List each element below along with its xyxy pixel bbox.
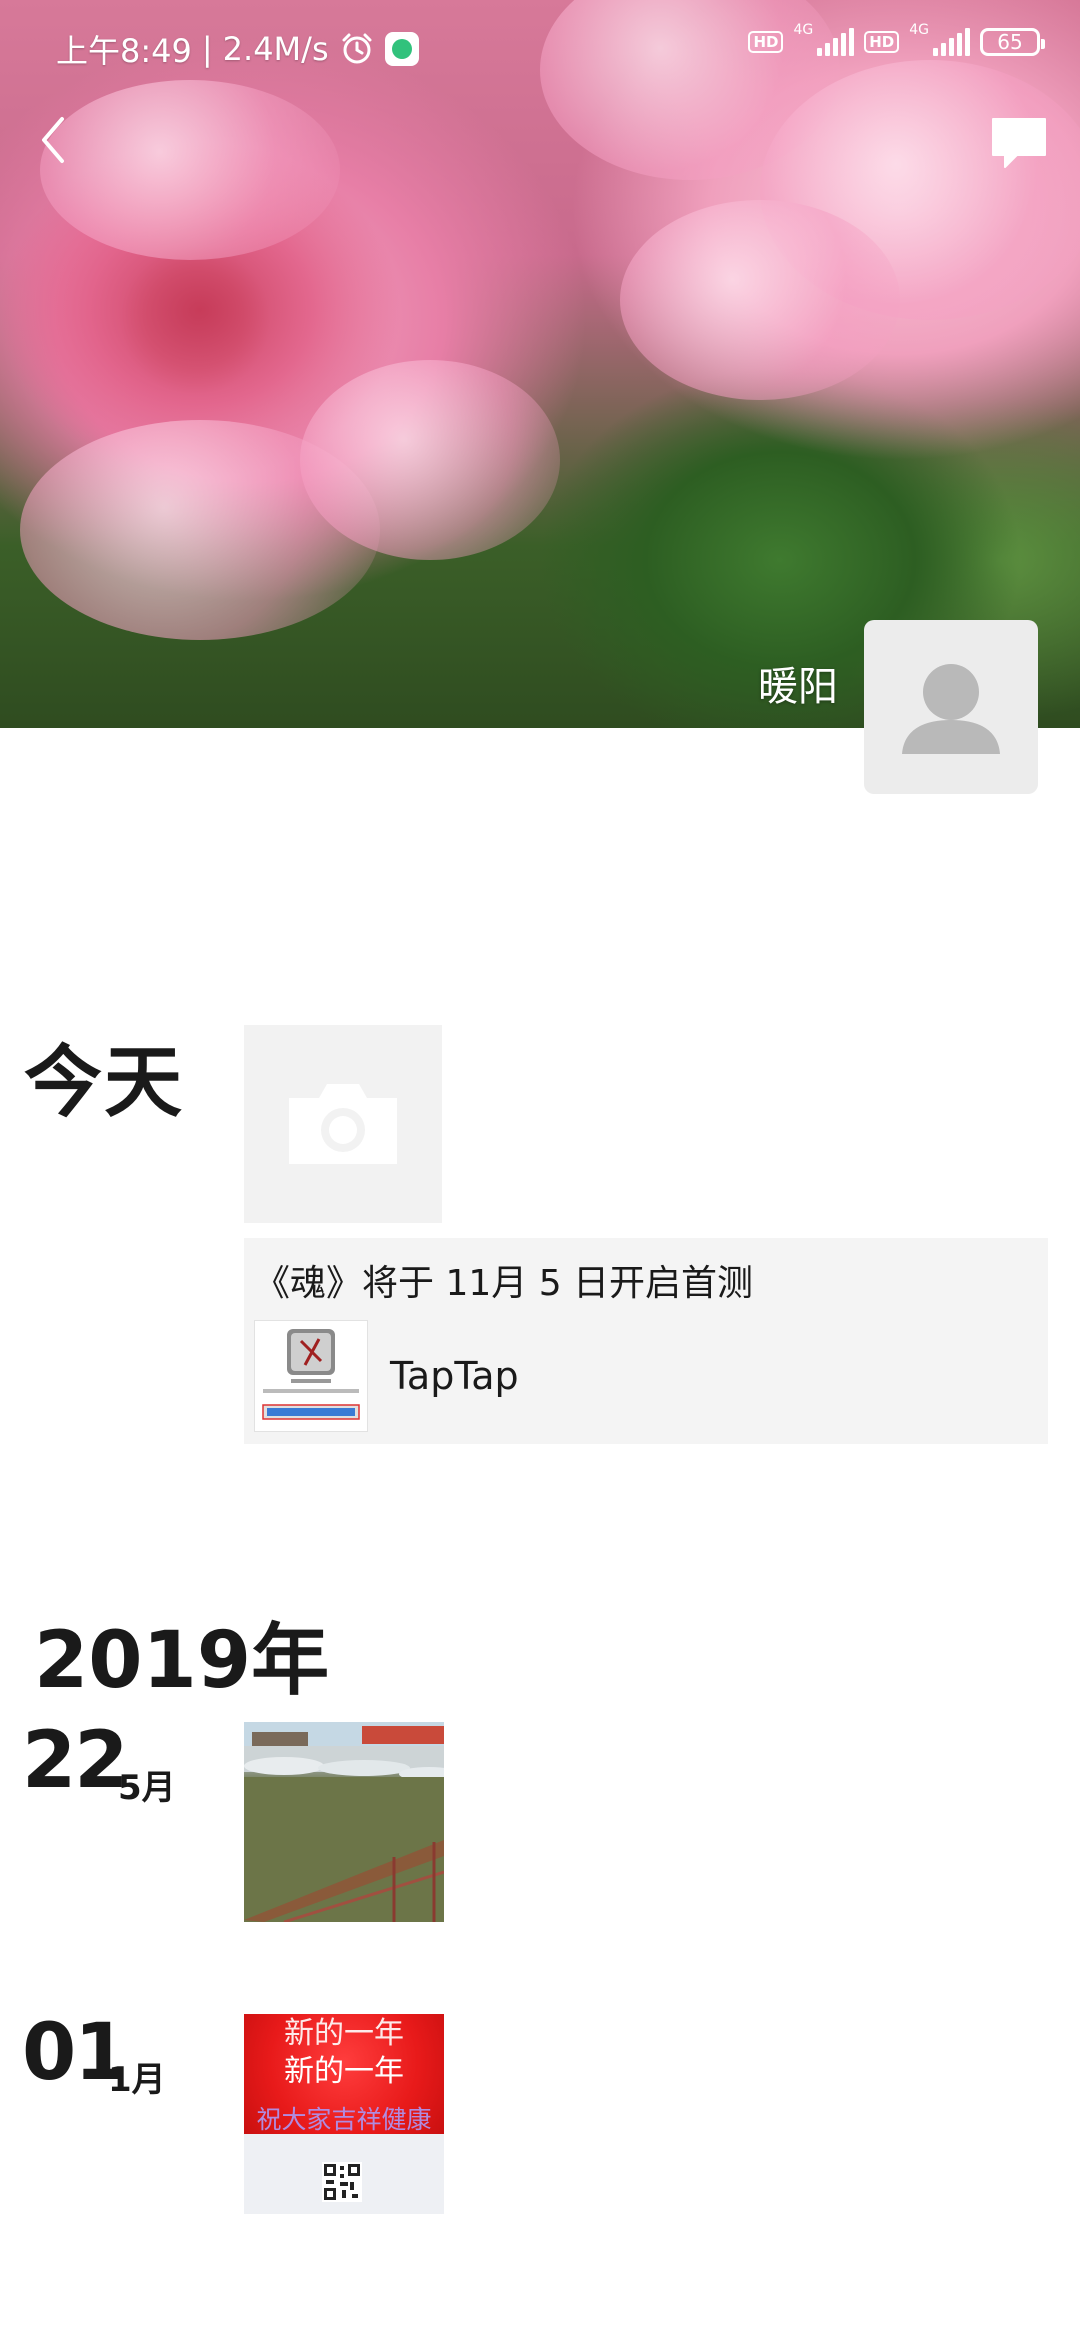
back-button[interactable]: [28, 110, 78, 170]
signal-icon: [933, 28, 970, 56]
status-bar: 上午8:49 | 2.4M/s HD 4G HD 4G 65: [0, 0, 1080, 96]
avatar[interactable]: [864, 620, 1038, 794]
status-time: 上午8:49: [56, 32, 192, 70]
hd-badge: HD: [748, 31, 784, 53]
qr-code-icon: [322, 2162, 362, 2202]
network-type: 4G: [793, 22, 814, 38]
chevron-left-icon: [42, 117, 64, 163]
status-right: HD 4G HD 4G 65: [748, 22, 1045, 56]
battery-icon: 65: [980, 28, 1045, 56]
person-icon: [902, 664, 1000, 754]
alarm-icon: [342, 33, 372, 64]
cover-image[interactable]: [0, 0, 1080, 728]
shared-link-card[interactable]: 《魂》将于 11月 5 日开启首测 TapTap: [244, 1238, 1048, 1444]
hd-badge: HD: [864, 31, 900, 53]
cover-petal: [300, 360, 560, 560]
newyear-text-greeting: 祝大家吉祥健康: [256, 2105, 432, 2134]
status-left: 上午8:49 | 2.4M/s: [56, 26, 419, 72]
signal-icon: [817, 28, 855, 56]
date-today-label: 今天: [24, 1038, 185, 1128]
newyear-text-main: 新的一年: [284, 2054, 404, 2089]
message-bubble-icon: [992, 118, 1046, 168]
status-net-speed: 2.4M/s: [222, 30, 329, 68]
post-photo-newyear[interactable]: 新的一年 新的一年 祝大家吉祥健康: [244, 2014, 444, 2214]
post-day: 22: [22, 1716, 129, 1806]
cover-petal: [620, 200, 900, 400]
app-notification-icon: [384, 32, 419, 66]
year-label: 2019年: [34, 1616, 330, 1706]
status-separator: |: [201, 30, 213, 68]
network-type: 4G: [909, 22, 929, 38]
post-month: 1月: [108, 2060, 166, 2100]
share-source: TapTap: [390, 1354, 519, 1398]
battery-level: 65: [997, 30, 1023, 54]
messages-button[interactable]: [986, 110, 1052, 176]
post-photo-harbor[interactable]: [244, 1722, 444, 1922]
share-thumbnail: [254, 1320, 368, 1432]
cover-petal: [40, 80, 340, 260]
camera-icon: [289, 1084, 397, 1164]
post-photo-button[interactable]: [244, 1025, 442, 1223]
username[interactable]: 暖阳: [758, 654, 838, 712]
post-month: 5月: [118, 1768, 176, 1808]
share-title: 《魂》将于 11月 5 日开启首测: [254, 1263, 754, 1304]
